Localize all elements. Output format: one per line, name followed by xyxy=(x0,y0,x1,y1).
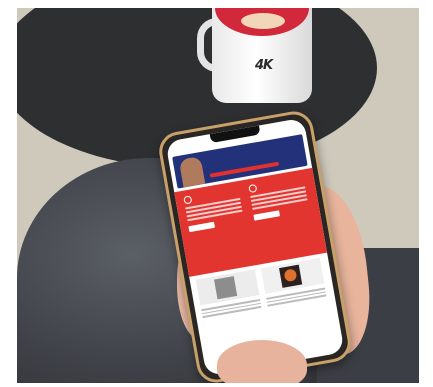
lightbulb-icon xyxy=(248,183,258,194)
feature-button-left xyxy=(188,221,216,233)
feature-button-right xyxy=(253,210,281,221)
photo-frame: 4K xyxy=(0,0,433,387)
mug-logo: 4K xyxy=(255,58,273,73)
feature-column-left xyxy=(183,187,244,233)
banner-person-photo xyxy=(178,156,206,188)
feature-column-right xyxy=(248,176,309,221)
photo: 4K xyxy=(17,8,419,383)
phone-notch xyxy=(209,125,261,144)
document-thumbnail xyxy=(214,276,238,300)
coffee-foam xyxy=(241,13,285,29)
article-card xyxy=(260,257,334,345)
lightbulb-icon xyxy=(183,195,193,205)
thumb xyxy=(217,340,307,383)
phone-screen xyxy=(165,117,345,377)
